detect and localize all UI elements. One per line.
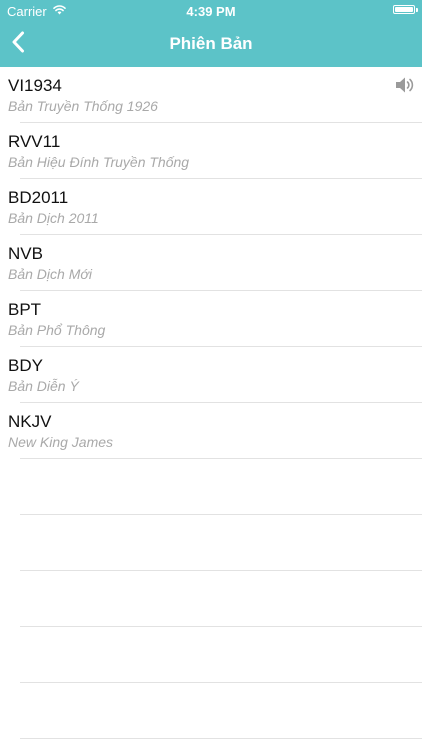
empty-row (20, 515, 422, 571)
version-name: Bản Dịch 2011 (8, 210, 99, 226)
screen: Carrier 4:39 PM Phiên Bản VI1934 Bản Tru… (0, 0, 422, 750)
empty-row (20, 459, 422, 515)
version-row-rvv11[interactable]: RVV11 Bản Hiệu Đính Truyền Thống (8, 123, 422, 179)
battery-icon (393, 5, 415, 14)
version-row-bdy[interactable]: BDY Bản Diễn Ý (8, 347, 422, 403)
version-row-bd2011[interactable]: BD2011 Bản Dịch 2011 (8, 179, 422, 235)
version-code: BD2011 (8, 188, 69, 207)
nav-bar: Phiên Bản (0, 22, 422, 67)
version-row-nkjv[interactable]: NKJV New King James (8, 403, 422, 459)
speaker-icon[interactable] (394, 75, 416, 95)
version-row-bpt[interactable]: BPT Bản Phổ Thông (8, 291, 422, 347)
battery-tip (416, 8, 418, 12)
version-row-nvb[interactable]: NVB Bản Dịch Mới (8, 235, 422, 291)
page-title: Phiên Bản (169, 34, 253, 53)
version-code: BPT (8, 300, 42, 319)
empty-row (20, 683, 422, 739)
version-code: BDY (8, 356, 43, 375)
empty-row (20, 571, 422, 627)
clock: 4:39 PM (186, 4, 236, 19)
empty-rows (20, 459, 422, 739)
version-name: Bản Hiệu Đính Truyền Thống (8, 154, 190, 170)
version-name: Bản Phổ Thông (8, 322, 106, 338)
empty-row (20, 627, 422, 683)
version-row-vi1934[interactable]: VI1934 Bản Truyền Thống 1926 (8, 67, 422, 123)
version-list: VI1934 Bản Truyền Thống 1926 RVV11 Bản Hiệu… (0, 67, 422, 459)
version-code: VI1934 (8, 76, 62, 95)
version-name: Bản Truyền Thống 1926 (8, 98, 158, 114)
version-name: Bản Diễn Ý (8, 378, 79, 394)
version-code: NVB (8, 244, 43, 263)
status-bar: Carrier 4:39 PM (0, 0, 422, 22)
version-name: Bản Dịch Mới (8, 266, 92, 282)
top-bar: Carrier 4:39 PM Phiên Bản (0, 0, 422, 67)
version-code: RVV11 (8, 132, 61, 151)
version-name: New King James (8, 434, 114, 450)
version-code: NKJV (8, 412, 52, 431)
